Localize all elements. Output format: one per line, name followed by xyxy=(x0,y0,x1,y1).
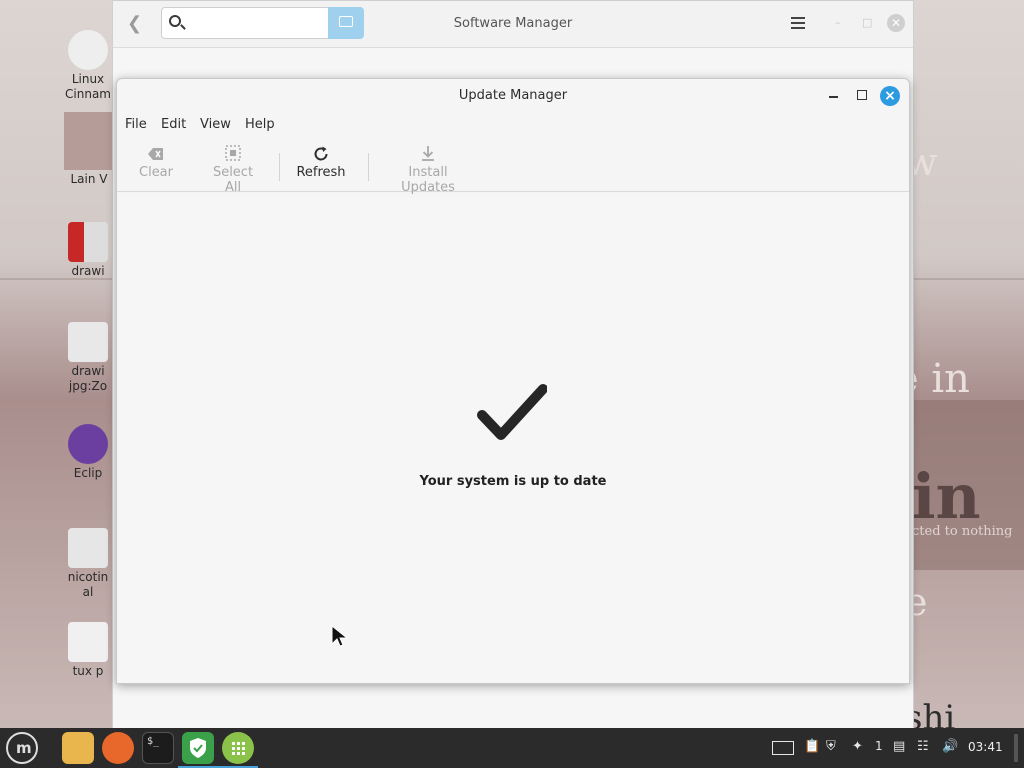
desktop-icon[interactable]: Linux Cinnam xyxy=(62,30,114,102)
display-icon[interactable] xyxy=(772,741,794,755)
toolbar-separator xyxy=(368,153,369,181)
install-updates-button[interactable]: Install Updates xyxy=(383,143,473,195)
shield-icon[interactable]: ⛨ xyxy=(826,739,836,754)
image-thumbnail-icon xyxy=(64,112,114,170)
refresh-button[interactable]: Refresh xyxy=(295,143,347,180)
desktop-icon[interactable]: tux p xyxy=(62,622,114,679)
desktop-icon[interactable]: drawi xyxy=(62,222,114,279)
notifications-icon[interactable]: ✦ xyxy=(852,739,863,754)
toolbar-separator xyxy=(279,153,280,181)
files-icon[interactable] xyxy=(62,732,94,764)
disc-icon xyxy=(68,30,108,70)
menu-help[interactable]: Help xyxy=(245,117,275,132)
clipboard-icon[interactable]: 📋 xyxy=(804,739,820,754)
clear-button[interactable]: Clear xyxy=(137,143,175,180)
status-message: Your system is up to date xyxy=(419,474,607,489)
minimize-icon[interactable] xyxy=(829,96,838,98)
wallpaper-text: cted to nothing xyxy=(912,524,1013,539)
eclipse-icon xyxy=(68,424,108,464)
menu-view[interactable]: View xyxy=(200,117,231,132)
close-icon[interactable]: ✕ xyxy=(887,14,905,32)
download-icon xyxy=(383,143,473,165)
select-all-button[interactable]: Select All xyxy=(203,143,263,195)
network-icon[interactable]: ☷ xyxy=(917,739,929,754)
clock[interactable]: 03:41 xyxy=(968,740,1003,754)
software-manager-icon[interactable] xyxy=(218,732,258,768)
desktop-icon[interactable]: drawi jpg:Zo xyxy=(62,322,114,394)
notification-count: 1 xyxy=(875,739,883,753)
volume-icon[interactable]: 🔊 xyxy=(942,739,958,754)
keyboard-layout-icon[interactable]: ▤ xyxy=(893,739,905,754)
select-all-icon xyxy=(203,143,263,165)
hamburger-menu-icon[interactable] xyxy=(791,17,805,19)
menubar: File Edit View Help xyxy=(117,113,909,137)
toolbar: Clear Select All Refresh Install Updates xyxy=(117,137,909,195)
refresh-icon xyxy=(295,143,347,165)
desktop-icon[interactable]: nicotin al xyxy=(62,528,114,600)
document-file-icon xyxy=(68,322,108,362)
terminal-icon[interactable]: $_ xyxy=(142,732,174,764)
update-list-area: Your system is up to date xyxy=(117,197,909,683)
software-manager-header: ❮ Software Manager – □ ✕ xyxy=(113,1,913,48)
wallpaper-text: in xyxy=(912,460,981,533)
firefox-icon[interactable] xyxy=(102,732,134,764)
image-file-icon xyxy=(68,622,108,662)
mouse-cursor-icon xyxy=(331,624,348,647)
minimize-icon[interactable]: – xyxy=(835,16,845,29)
desktop-icon[interactable]: Eclip xyxy=(62,424,114,481)
update-manager-window: Update Manager × File Edit View Help Cle… xyxy=(116,78,910,684)
show-desktop-button[interactable] xyxy=(1014,734,1018,762)
menu-file[interactable]: File xyxy=(125,117,147,132)
taskbar: m $_ 📋 ⛨ ✦ 1 ▤ ☷ 🔊 03:41 xyxy=(0,728,1024,768)
window-title: Update Manager xyxy=(458,88,568,103)
desktop-icon[interactable]: Lain V xyxy=(64,112,114,187)
checkmark-icon xyxy=(477,384,547,440)
close-icon[interactable]: × xyxy=(880,86,900,106)
menu-edit[interactable]: Edit xyxy=(161,117,186,132)
drawing-file-icon xyxy=(68,222,108,262)
backspace-icon xyxy=(137,143,175,165)
update-manager-shield-icon[interactable] xyxy=(178,732,218,768)
file-icon xyxy=(68,528,108,568)
titlebar: Update Manager × xyxy=(117,79,909,113)
maximize-icon[interactable] xyxy=(857,90,867,100)
mint-menu-icon[interactable]: m xyxy=(6,732,38,764)
maximize-icon[interactable]: □ xyxy=(862,16,872,29)
